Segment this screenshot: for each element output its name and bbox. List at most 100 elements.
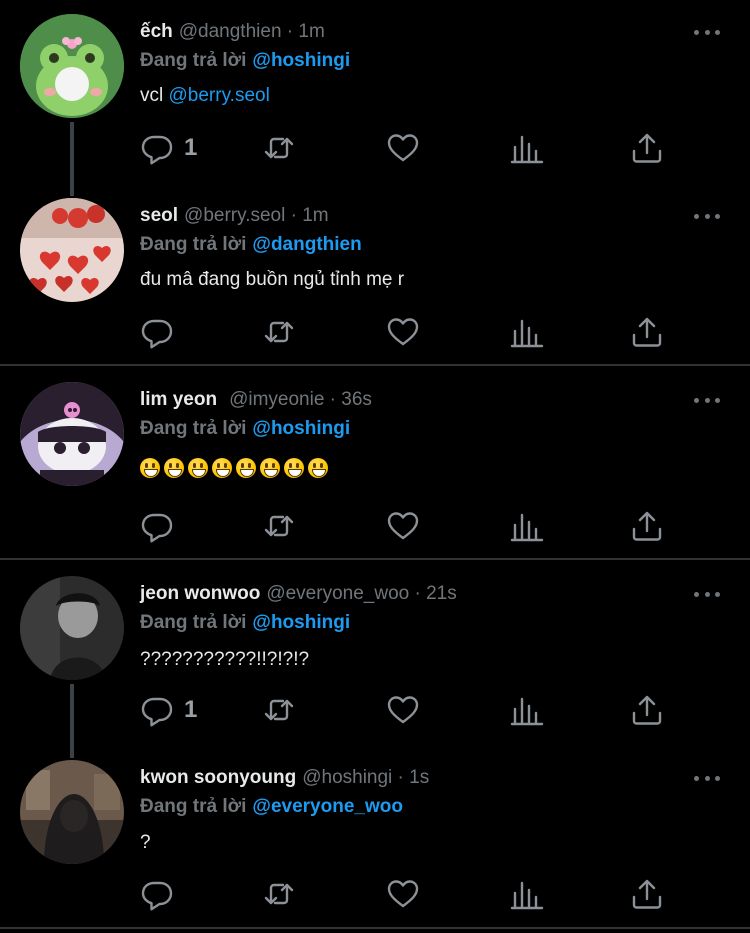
tweet-text xyxy=(140,458,328,478)
tweet-header: lim yeon @imyeonie · 36s xyxy=(140,388,372,412)
like-button[interactable] xyxy=(386,131,420,165)
frog-avatar-image xyxy=(20,14,124,118)
more-icon[interactable] xyxy=(694,766,720,790)
display-name[interactable]: ếch xyxy=(140,21,173,43)
tweet-header: ếch @dangthien · 1m xyxy=(140,20,325,44)
grinning-face-emoji xyxy=(260,458,280,478)
share-icon xyxy=(632,511,662,541)
replying-to: Đang trả lời @hoshingi xyxy=(140,50,350,72)
grinning-face-emoji xyxy=(236,458,256,478)
display-name[interactable]: lim yeon xyxy=(140,389,217,411)
replying-to-mention[interactable]: @hoshingi xyxy=(252,612,350,633)
grinning-face-emoji xyxy=(308,458,328,478)
replying-to: Đang trả lời @hoshingi xyxy=(140,418,350,440)
reply-count: 1 xyxy=(184,134,198,161)
replying-to-label: Đang trả lời xyxy=(140,50,247,71)
like-button[interactable] xyxy=(386,509,420,543)
tweet-actions xyxy=(140,315,680,349)
display-name[interactable]: seol xyxy=(140,205,178,227)
views-icon xyxy=(510,319,544,348)
grinning-face-emoji xyxy=(164,458,184,478)
reply-button[interactable] xyxy=(140,315,184,349)
reply-button[interactable] xyxy=(140,509,184,543)
views-icon xyxy=(510,135,544,164)
more-icon[interactable] xyxy=(694,582,720,606)
avatar[interactable] xyxy=(20,760,124,864)
replying-to-mention[interactable]: @hoshingi xyxy=(252,418,350,439)
share-icon xyxy=(632,133,662,163)
replying-to: Đang trả lời @dangthien xyxy=(140,234,362,256)
retweet-button[interactable] xyxy=(262,131,296,165)
tweet-header: kwon soonyoung @hoshingi · 1s xyxy=(140,766,429,790)
reply-icon xyxy=(141,513,173,543)
reply-icon xyxy=(141,881,173,911)
replying-to-label: Đang trả lời xyxy=(140,796,247,817)
like-button[interactable] xyxy=(386,877,420,911)
views-icon xyxy=(510,513,544,542)
handle-and-time[interactable]: @hoshingi · 1s xyxy=(302,767,429,789)
share-button[interactable] xyxy=(630,693,664,727)
retweet-button[interactable] xyxy=(262,315,296,349)
emoji-row xyxy=(140,458,328,478)
grayscale-person-avatar-image xyxy=(20,576,124,680)
handle-and-time[interactable]: @imyeonie · 36s xyxy=(229,389,372,411)
handle-and-time[interactable]: @dangthien · 1m xyxy=(179,21,325,43)
views-button[interactable] xyxy=(510,315,544,349)
like-button[interactable] xyxy=(386,315,420,349)
tweet-actions xyxy=(140,509,680,543)
share-icon xyxy=(632,317,662,347)
avatar[interactable] xyxy=(20,576,124,680)
avatar[interactable] xyxy=(20,198,124,302)
display-name[interactable]: jeon wonwoo xyxy=(140,583,260,605)
reply-button[interactable]: 1 xyxy=(140,693,197,727)
reply-button[interactable] xyxy=(140,877,184,911)
share-icon xyxy=(632,695,662,725)
more-icon[interactable] xyxy=(694,388,720,412)
heart-icon xyxy=(387,696,419,724)
replying-to-mention[interactable]: @dangthien xyxy=(252,234,361,255)
reply-icon xyxy=(141,319,173,349)
retweet-button[interactable] xyxy=(262,693,296,727)
tweet-header: jeon wonwoo @everyone_woo · 21s xyxy=(140,582,457,606)
views-button[interactable] xyxy=(510,877,544,911)
share-button[interactable] xyxy=(630,315,664,349)
heart-icon xyxy=(387,134,419,162)
share-button[interactable] xyxy=(630,509,664,543)
tweet-text-mention[interactable]: @berry.seol xyxy=(169,85,270,106)
tweet-header: seol @berry.seol · 1m xyxy=(140,204,329,228)
handle-and-time[interactable]: @berry.seol · 1m xyxy=(184,205,329,227)
replying-to-label: Đang trả lời xyxy=(140,234,247,255)
replying-to-mention[interactable]: @hoshingi xyxy=(252,50,350,71)
reply-icon xyxy=(141,135,173,165)
views-button[interactable] xyxy=(510,131,544,165)
replying-to-mention[interactable]: @everyone_woo xyxy=(252,796,403,817)
avatar[interactable] xyxy=(20,14,124,118)
tweet-text: đu mâ đang buồn ngủ tỉnh mẹ r xyxy=(140,269,405,290)
strawberry-avatar-image xyxy=(20,198,124,302)
retweet-icon xyxy=(264,321,294,343)
more-icon[interactable] xyxy=(694,204,720,228)
more-icon[interactable] xyxy=(694,20,720,44)
views-button[interactable] xyxy=(510,509,544,543)
like-button[interactable] xyxy=(386,693,420,727)
hooded-person-avatar-image xyxy=(20,760,124,864)
views-button[interactable] xyxy=(510,693,544,727)
reply-icon xyxy=(141,697,173,727)
share-button[interactable] xyxy=(630,877,664,911)
views-icon xyxy=(510,881,544,910)
share-button[interactable] xyxy=(630,131,664,165)
tweet-text: ???????????!!?!?!? xyxy=(140,649,310,670)
reply-count: 1 xyxy=(184,696,198,723)
reply-button[interactable]: 1 xyxy=(140,131,197,165)
retweet-icon xyxy=(264,137,294,159)
tweet-text: vcl @berry.seol xyxy=(140,85,270,107)
retweet-button[interactable] xyxy=(262,877,296,911)
retweet-button[interactable] xyxy=(262,509,296,543)
replying-to: Đang trả lời @hoshingi xyxy=(140,612,350,634)
display-name[interactable]: kwon soonyoung xyxy=(140,767,296,789)
tweet-actions xyxy=(140,877,680,911)
replying-to-label: Đang trả lời xyxy=(140,612,247,633)
tweet-divider xyxy=(0,364,750,366)
handle-and-time[interactable]: @everyone_woo · 21s xyxy=(266,583,456,605)
avatar[interactable] xyxy=(20,382,124,486)
